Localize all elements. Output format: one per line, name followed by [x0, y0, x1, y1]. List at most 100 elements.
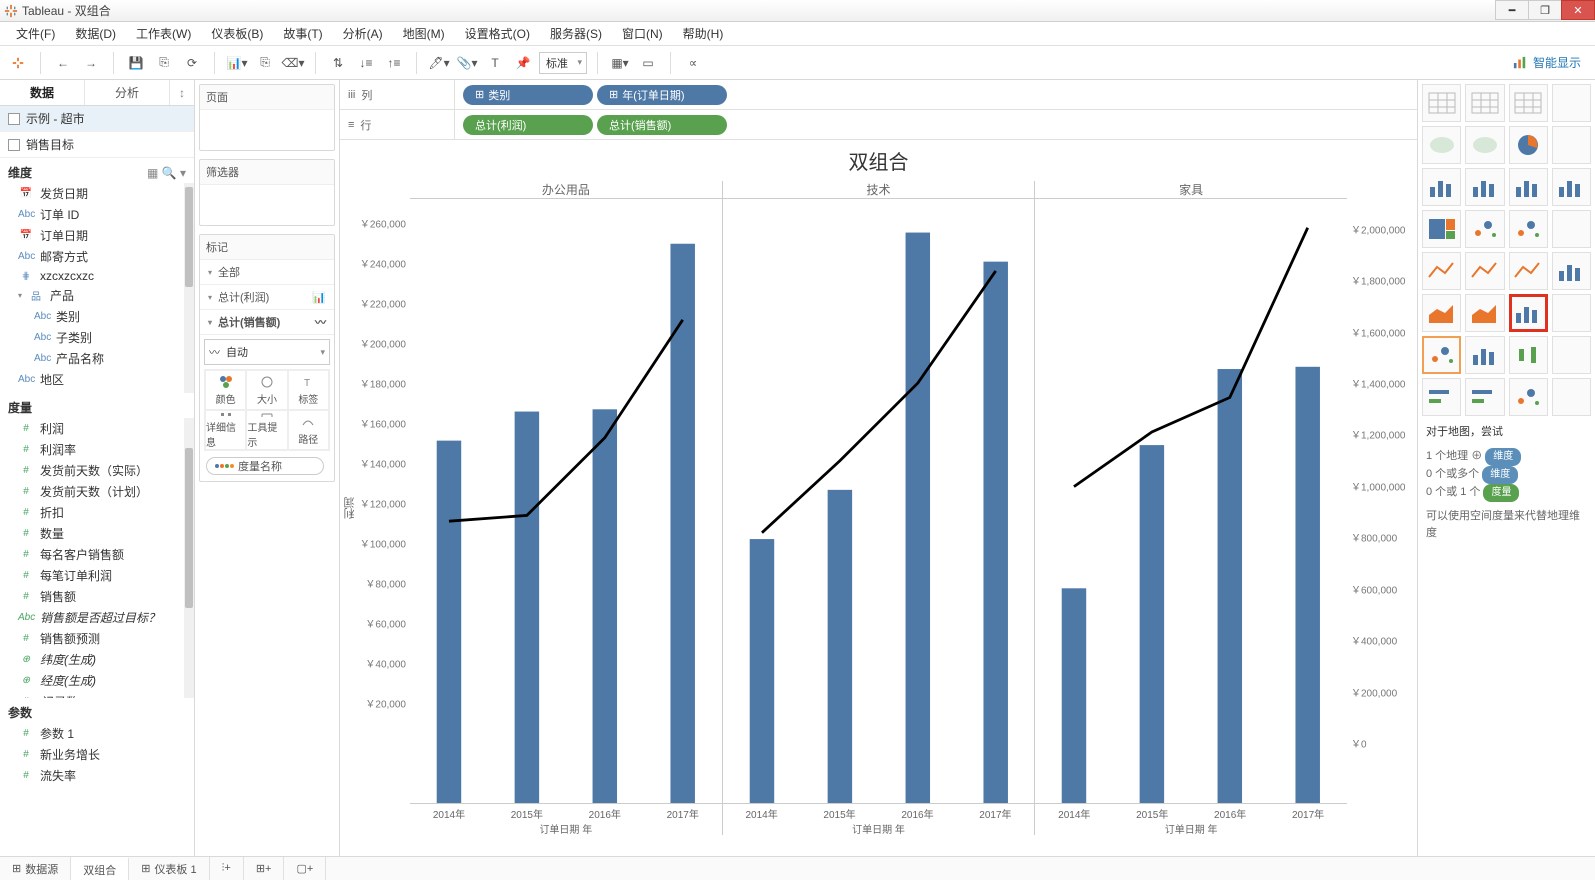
measure-field[interactable]: #销售额: [0, 586, 194, 607]
showme-hbar[interactable]: [1422, 168, 1461, 206]
label-button[interactable]: T: [483, 51, 507, 75]
fit-select[interactable]: 标准: [539, 52, 587, 74]
showme-table3[interactable]: [1509, 84, 1548, 122]
menu-file[interactable]: 文件(F): [6, 22, 65, 45]
new-story-tab[interactable]: ▢+: [284, 857, 326, 880]
presentation-button[interactable]: ▭: [636, 51, 660, 75]
attach-button[interactable]: 📎▾: [455, 51, 479, 75]
showme-pack[interactable]: [1509, 378, 1548, 416]
swap-button[interactable]: ⇅: [326, 51, 350, 75]
dimension-field[interactable]: Abc邮寄方式: [0, 246, 194, 267]
detail-cell[interactable]: 详细信息: [205, 410, 246, 450]
menu-window[interactable]: 窗口(N): [612, 22, 673, 45]
showme-circ[interactable]: [1465, 210, 1504, 248]
scrollbar[interactable]: [184, 418, 194, 698]
measure-field[interactable]: #记录数: [0, 691, 194, 698]
showme-sbs[interactable]: [1509, 168, 1548, 206]
sheet-tab[interactable]: 双组合: [71, 857, 129, 880]
showme-hist[interactable]: [1465, 336, 1504, 374]
analytics-tab[interactable]: 分析: [85, 80, 170, 105]
color-legend-pill[interactable]: 度量名称: [206, 457, 324, 475]
measure-field[interactable]: ⊕经度(生成): [0, 670, 194, 691]
dimension-field[interactable]: ⋕xzcxzcxzc: [0, 267, 194, 285]
dimension-field[interactable]: ▾品地点: [0, 390, 194, 393]
facet-plot[interactable]: [1035, 199, 1347, 803]
menu-server[interactable]: 服务器(S): [540, 22, 612, 45]
showme-none[interactable]: [1552, 294, 1591, 332]
pane-menu-icon[interactable]: ↕: [170, 80, 194, 105]
size-cell[interactable]: 大小: [246, 370, 287, 410]
new-worksheet-button[interactable]: 📊▾: [225, 51, 249, 75]
showme-none[interactable]: [1552, 378, 1591, 416]
showme-line2[interactable]: [1465, 252, 1504, 290]
scrollbar[interactable]: [184, 183, 194, 393]
showme-line1[interactable]: [1422, 252, 1461, 290]
dimension-field[interactable]: ▾品产品: [0, 285, 194, 306]
menu-map[interactable]: 地图(M): [393, 22, 455, 45]
row-pill[interactable]: 总计(销售额): [597, 115, 727, 135]
sheet-tab[interactable]: ⊞ 仪表板 1: [129, 857, 209, 880]
close-button[interactable]: ✕: [1561, 0, 1595, 20]
save-button[interactable]: 💾: [124, 51, 148, 75]
marks-tab-sales[interactable]: ▾总计(销售额)〰: [200, 310, 334, 335]
facet-plot[interactable]: [723, 199, 1035, 803]
dimension-field[interactable]: Abc订单 ID: [0, 204, 194, 225]
showme-circ2[interactable]: [1509, 210, 1548, 248]
showme-none[interactable]: [1552, 84, 1591, 122]
showme-none[interactable]: [1552, 126, 1591, 164]
measure-field[interactable]: #折扣: [0, 502, 194, 523]
filters-shelf[interactable]: [200, 185, 334, 225]
showme-tree[interactable]: [1422, 210, 1461, 248]
menu-worksheet[interactable]: 工作表(W): [126, 22, 201, 45]
showme-box[interactable]: [1509, 336, 1548, 374]
highlight-button[interactable]: 🖊▾: [427, 51, 451, 75]
pin-button[interactable]: 📌: [511, 51, 535, 75]
menu-analysis[interactable]: 分析(A): [333, 22, 393, 45]
showme-stack[interactable]: [1552, 168, 1591, 206]
dimension-field[interactable]: Abc类别: [0, 306, 194, 327]
measure-field[interactable]: #利润率: [0, 439, 194, 460]
refresh-button[interactable]: ⟳: [180, 51, 204, 75]
showme-none[interactable]: [1552, 336, 1591, 374]
showme-map2[interactable]: [1465, 126, 1504, 164]
show-cards-button[interactable]: ▦▾: [608, 51, 632, 75]
menu-format[interactable]: 设置格式(O): [455, 22, 540, 45]
measure-field[interactable]: #流失率: [0, 765, 194, 786]
showme-vbar[interactable]: [1465, 168, 1504, 206]
dimension-field[interactable]: Abc子类别: [0, 327, 194, 348]
showme-table2[interactable]: [1465, 84, 1504, 122]
measure-field[interactable]: #发货前天数（计划）: [0, 481, 194, 502]
showme-area1[interactable]: [1422, 294, 1461, 332]
rows-shelf[interactable]: 总计(利润) 总计(销售额): [455, 113, 1417, 137]
path-cell[interactable]: 路径: [288, 410, 329, 450]
showme-bullet[interactable]: [1422, 378, 1461, 416]
measure-field[interactable]: #每名客户销售额: [0, 544, 194, 565]
datasource-item[interactable]: 销售目标: [0, 132, 194, 158]
showme-table[interactable]: [1422, 84, 1461, 122]
clear-button[interactable]: ⌫▾: [281, 51, 305, 75]
dimension-field[interactable]: 📅订单日期: [0, 225, 194, 246]
menu-dashboard[interactable]: 仪表板(B): [201, 22, 273, 45]
measure-field[interactable]: #数量: [0, 523, 194, 544]
share-button[interactable]: ∝: [681, 51, 705, 75]
column-pill[interactable]: ⊞ 类别: [463, 85, 593, 105]
showme-gantt[interactable]: [1465, 378, 1504, 416]
facet-plot[interactable]: [410, 199, 722, 803]
tooltip-cell[interactable]: 工具提示: [246, 410, 287, 450]
label-cell[interactable]: T标签: [288, 370, 329, 410]
measure-field[interactable]: #每笔订单利润: [0, 565, 194, 586]
showme-map1[interactable]: [1422, 126, 1461, 164]
showme-combo[interactable]: [1509, 294, 1548, 332]
color-cell[interactable]: 颜色: [205, 370, 246, 410]
measure-field[interactable]: #销售额预测: [0, 628, 194, 649]
showme-area2[interactable]: [1465, 294, 1504, 332]
menu-data[interactable]: 数据(D): [65, 22, 126, 45]
tableau-icon[interactable]: [6, 51, 30, 75]
measure-field[interactable]: Abc销售额是否超过目标？: [0, 607, 194, 628]
new-worksheet-tab[interactable]: ⫶+: [210, 857, 244, 880]
minimize-button[interactable]: ━: [1495, 0, 1529, 20]
column-pill[interactable]: ⊞ 年(订单日期): [597, 85, 727, 105]
mark-type-select[interactable]: 〰 自动: [204, 339, 330, 365]
data-tab[interactable]: 数据: [0, 80, 85, 105]
measure-field[interactable]: #参数 1: [0, 723, 194, 744]
